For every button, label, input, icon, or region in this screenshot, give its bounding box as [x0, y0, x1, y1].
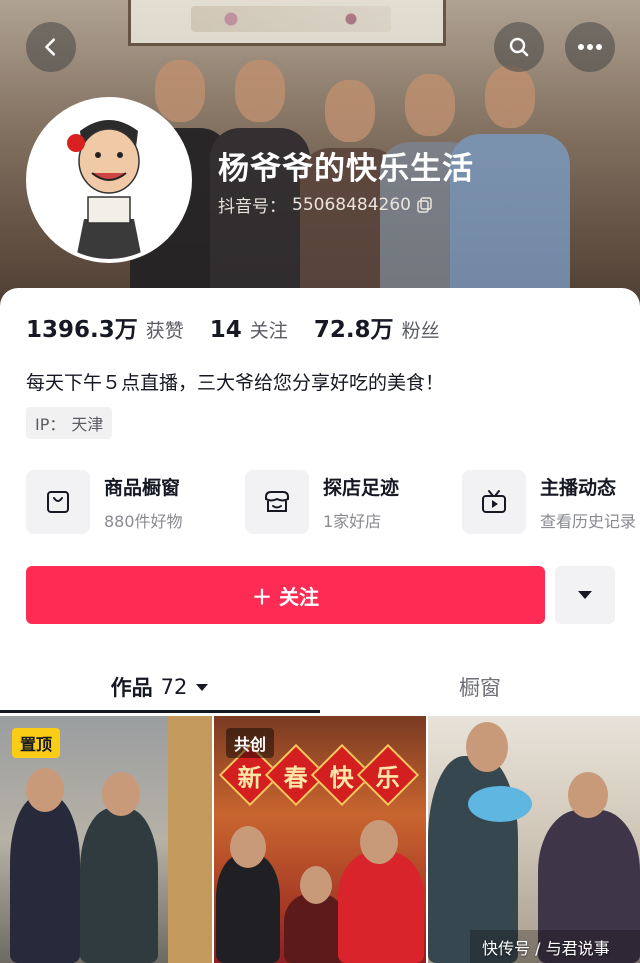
- pinned-badge: 置顶: [12, 728, 61, 758]
- active-tab-indicator: [0, 710, 320, 713]
- banner-char: 乐: [376, 762, 400, 792]
- stats-row: 1396.3万 获赞 14 关注 72.8万 粉丝: [26, 310, 466, 344]
- co-creation-badge: 共创: [226, 728, 275, 758]
- chevron-left-icon: [45, 38, 56, 56]
- video-tile[interactable]: 置顶: [0, 716, 212, 963]
- douyin-id-value: 55068484260: [292, 194, 411, 215]
- more-dots-icon: [578, 44, 602, 50]
- feature-title: 探店足迹: [323, 476, 400, 499]
- banner-char: 新: [238, 762, 262, 792]
- stat-value: 1396.3万: [26, 317, 138, 343]
- tab-works-count: 72: [160, 675, 188, 699]
- profile-page: 杨爷爷的快乐生活 抖音号： 55068484260 1396.3万 获赞 14 …: [0, 0, 640, 963]
- avatar[interactable]: [26, 97, 192, 263]
- feature-subtitle: 880件好物: [104, 511, 183, 531]
- stat-followers[interactable]: 72.8万 粉丝: [314, 310, 440, 344]
- stat-following[interactable]: 14 关注: [210, 316, 288, 343]
- feature-title: 商品橱窗: [104, 476, 181, 499]
- stat-value: 72.8万: [313, 317, 394, 343]
- profile-name: 杨爷爷的快乐生活: [218, 151, 474, 187]
- douyin-id-label: 抖音号：: [218, 197, 286, 217]
- watermark-text: 快传号 / 与君说事: [482, 939, 610, 958]
- tab-showcase-label: 橱窗: [459, 676, 501, 700]
- stat-label: 关注: [249, 320, 288, 342]
- stat-likes[interactable]: 1396.3万 获赞: [26, 310, 184, 344]
- content-tabs: 作品 72 橱窗: [0, 662, 640, 713]
- ip-label: IP：: [35, 415, 66, 434]
- video-tile[interactable]: 新 春 快 乐 共创: [214, 716, 426, 963]
- feature-store-visits[interactable]: 探店足迹 1家好店: [245, 470, 399, 534]
- stat-label: 获赞: [145, 320, 184, 342]
- feature-title: 主播动态: [540, 476, 617, 499]
- ip-value: 天津: [71, 415, 104, 434]
- video-grid: 置顶 新 春 快 乐 共创: [0, 716, 640, 963]
- banner-char: 快: [330, 762, 354, 792]
- ip-location-tag: IP： 天津: [26, 407, 113, 439]
- video-tile[interactable]: [428, 716, 640, 963]
- caret-down-icon: [196, 683, 209, 691]
- caret-down-icon: [578, 591, 592, 599]
- shopping-bag-icon: [26, 470, 90, 534]
- search-button[interactable]: [494, 22, 544, 72]
- tab-works[interactable]: 作品 72: [0, 662, 320, 712]
- banner-char: 春: [284, 762, 308, 792]
- tab-works-label: 作品: [110, 676, 153, 700]
- stat-value: 14: [209, 317, 242, 343]
- search-icon: [509, 37, 529, 57]
- tab-showcase[interactable]: 橱窗: [320, 662, 640, 712]
- feature-streamer-updates[interactable]: 主播动态 查看历史记录: [462, 470, 636, 534]
- follow-button[interactable]: ＋ 关注: [26, 566, 545, 624]
- more-button[interactable]: [565, 22, 615, 72]
- feature-subtitle: 查看历史记录: [540, 511, 637, 531]
- profile-bio: 每天下午５点直播，三大爷给您分享好吃的美食！: [26, 372, 445, 394]
- feature-subtitle: 1家好店: [323, 511, 382, 531]
- back-button[interactable]: [26, 22, 76, 72]
- store-icon: [245, 470, 309, 534]
- copy-icon[interactable]: [417, 196, 433, 213]
- feature-product-showcase[interactable]: 商品橱窗 880件好物: [26, 470, 183, 534]
- follow-button-label: ＋ 关注: [252, 584, 319, 609]
- profile-card: 1396.3万 获赞 14 关注 72.8万 粉丝 每天下午５点直播，三大爷给您…: [0, 288, 640, 963]
- stat-label: 粉丝: [401, 320, 440, 342]
- cartoon-avatar-icon: [30, 101, 188, 259]
- feature-row: 商品橱窗 880件好物 探店足迹 1家好店 主播动态 查看历史记录: [26, 470, 640, 536]
- more-options-button[interactable]: [555, 566, 615, 624]
- tv-icon: [462, 470, 526, 534]
- douyin-id[interactable]: 抖音号： 55068484260: [218, 192, 433, 217]
